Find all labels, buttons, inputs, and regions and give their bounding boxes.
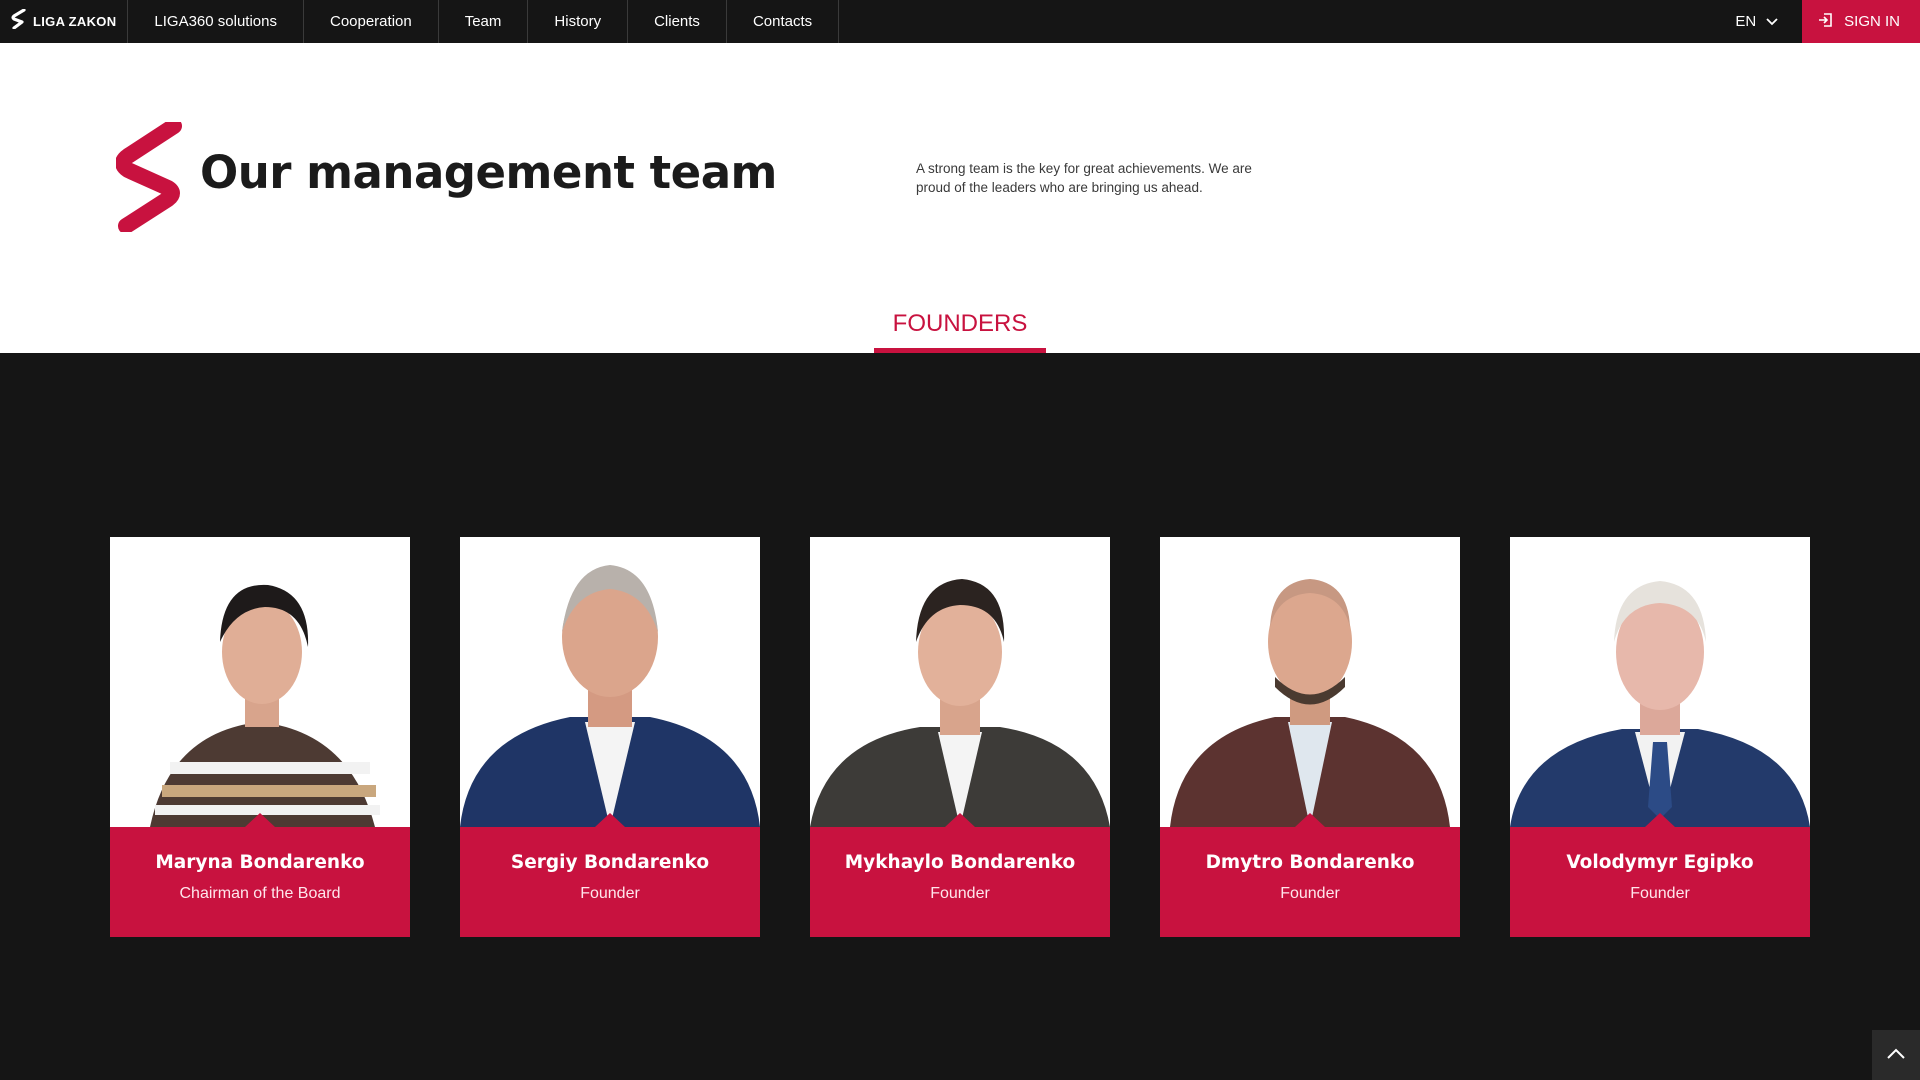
chevron-up-icon: [1887, 1046, 1905, 1064]
team-member-photo: [110, 537, 410, 827]
team-card[interactable]: Dmytro Bondarenko Founder: [1160, 537, 1460, 937]
nav-item-team[interactable]: Team: [439, 0, 529, 43]
team-card-caption: Sergiy Bondarenko Founder: [460, 813, 760, 937]
nav-item-clients[interactable]: Clients: [628, 0, 727, 43]
person-name: Sergiy Bondarenko: [510, 852, 710, 873]
tab-founders-label: FOUNDERS: [892, 310, 1028, 337]
nav-item-history[interactable]: History: [528, 0, 629, 43]
person-name: Mykhaylo Bondarenko: [844, 852, 1076, 873]
person-name: Dmytro Bondarenko: [1205, 852, 1415, 873]
person-role: Founder: [580, 885, 640, 902]
top-navigation: LIGA ZAKON LIGA360 solutions Cooperation…: [0, 0, 1920, 43]
person-name: Maryna Bondarenko: [155, 852, 365, 873]
page-description: A strong team is the key for great achie…: [916, 161, 1252, 195]
team-card[interactable]: Volodymyr Egipko Founder: [1510, 537, 1810, 937]
team-card-caption: Mykhaylo Bondarenko Founder: [810, 813, 1110, 937]
team-card[interactable]: Maryna Bondarenko Chairman of the Board: [110, 537, 410, 937]
liga-s-logo-icon: [115, 118, 190, 234]
team-member-photo: [810, 537, 1110, 827]
person-role: Chairman of the Board: [179, 885, 341, 902]
person-name: Volodymyr Egipko: [1566, 852, 1754, 873]
sign-in-icon: [1818, 12, 1834, 32]
nav-item-contacts[interactable]: Contacts: [727, 0, 840, 43]
sign-in-button[interactable]: SIGN IN: [1802, 0, 1920, 43]
person-role: Founder: [1280, 885, 1340, 902]
team-card-caption: Maryna Bondarenko Chairman of the Board: [110, 813, 410, 937]
person-role: Founder: [930, 885, 990, 902]
team-card-caption: Volodymyr Egipko Founder: [1510, 813, 1810, 937]
brand-link[interactable]: LIGA ZAKON: [0, 0, 129, 43]
team-member-photo: [460, 537, 760, 827]
person-role: Founder: [1630, 885, 1690, 902]
language-selector[interactable]: EN: [1715, 0, 1802, 43]
team-member-photo: [1160, 537, 1460, 827]
page-title: Our management team: [200, 146, 777, 199]
brand-name: LIGA ZAKON: [33, 14, 117, 29]
tab-founders[interactable]: FOUNDERS: [874, 310, 1046, 353]
language-value: EN: [1735, 13, 1757, 30]
team-card[interactable]: Mykhaylo Bondarenko Founder: [810, 537, 1110, 937]
team-card-caption: Dmytro Bondarenko Founder: [1160, 813, 1460, 937]
team-member-photo: [1510, 537, 1810, 827]
nav-item-liga360-solutions[interactable]: LIGA360 solutions: [128, 0, 304, 43]
nav-item-cooperation[interactable]: Cooperation: [304, 0, 439, 43]
sign-in-label: SIGN IN: [1844, 13, 1900, 30]
chevron-down-icon: [1766, 13, 1778, 30]
liga-s-logo-icon: [11, 8, 27, 34]
team-card[interactable]: Sergiy Bondarenko Founder: [460, 537, 760, 937]
scroll-to-top-button[interactable]: [1872, 1030, 1920, 1080]
